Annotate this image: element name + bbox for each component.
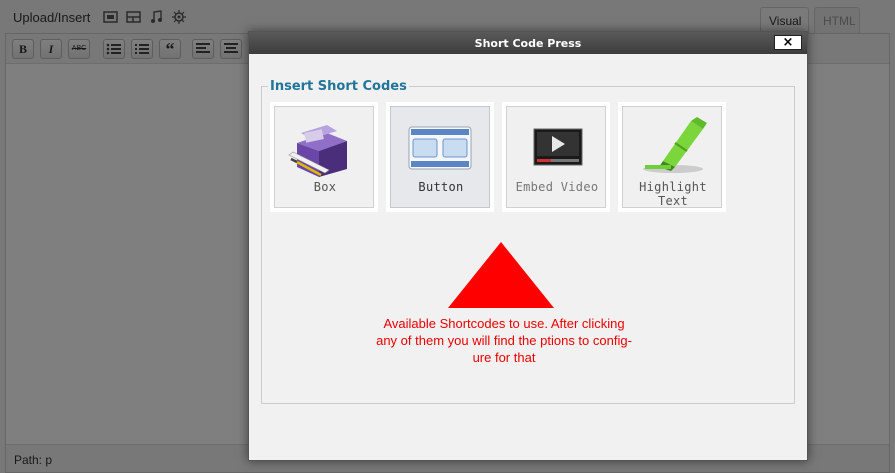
shortcode-highlight-text-button[interactable]: Highlight Text [618,102,726,212]
shortcode-button-label: Button [418,180,464,194]
shortcode-highlight-text-label: Highlight Text [639,180,707,208]
dialog-titlebar: Short Code Press × [249,32,807,54]
button-icon [408,126,472,170]
shortcode-annotation: Available Shortcodes to use. After click… [349,315,659,366]
pointer-arrow-icon [448,242,554,308]
annotation-line-1: Available Shortcodes to use. After click… [383,316,625,331]
insert-shortcodes-legend: Insert Short Codes [268,79,409,94]
shortcode-button-button[interactable]: Button [386,102,494,212]
dialog-title: Short Code Press [474,37,582,50]
shortcode-box-button[interactable]: Box [270,102,378,212]
highlighter-icon [643,117,707,173]
shortcode-press-dialog: Short Code Press × Insert Short Codes Bo… [248,31,808,461]
close-button[interactable]: × [774,35,802,50]
shortcode-box-label: Box [313,180,337,194]
box-icon [288,125,347,177]
annotation-line-3: ure for that [472,350,536,365]
annotation-line-2: any of them you will find the ptions to … [376,333,632,348]
shortcode-embed-video-button[interactable]: Embed Video [502,102,610,212]
embed-video-icon [533,128,583,166]
shortcode-embed-video-label: Embed Video [515,180,599,194]
